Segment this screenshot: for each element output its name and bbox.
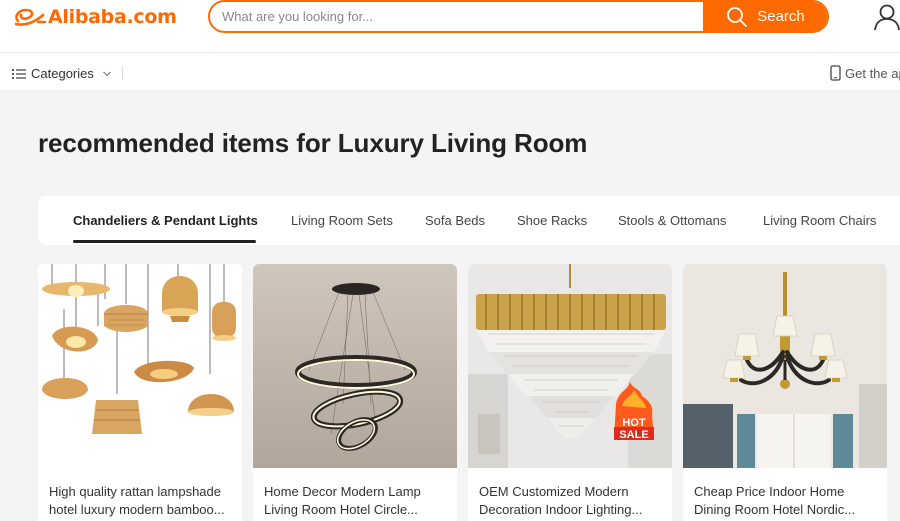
sub-navigation: Categories Get the ap [0, 52, 900, 91]
product-title[interactable]: Cheap Price Indoor Home Dining Room Hote… [694, 483, 879, 518]
categories-menu[interactable]: Categories [12, 66, 112, 81]
search-bar: Search [208, 0, 829, 33]
ring-chandelier-image [253, 264, 457, 468]
tab-living-room-chairs[interactable]: Living Room Chairs [763, 213, 876, 228]
product-title-line: Decoration Indoor Lighting... [479, 501, 643, 517]
logo-text: Alibaba.com [48, 6, 177, 28]
product-title-line: hotel luxury modern bamboo... [49, 501, 225, 517]
list-icon [12, 68, 26, 79]
product-title[interactable]: Home Decor Modern Lamp Living Room Hotel… [264, 483, 449, 518]
product-image[interactable] [38, 264, 242, 468]
product-title-line: Home Decor Modern Lamp [264, 484, 421, 499]
product-card[interactable]: Home Decor Modern Lamp Living Room Hotel… [253, 264, 457, 521]
mobile-phone-icon [830, 65, 841, 81]
page-title: recommended items for Luxury Living Room [38, 128, 588, 158]
top-header: Alibaba.com Search [0, 0, 900, 52]
active-tab-indicator [73, 240, 256, 243]
product-image[interactable] [253, 264, 457, 468]
product-title-line: High quality rattan lampshade [49, 484, 221, 499]
product-card[interactable]: HOT SALE OEM Customized Modern Decoratio… [468, 264, 672, 521]
search-input[interactable] [210, 2, 703, 31]
tab-living-room-sets[interactable]: Living Room Sets [291, 213, 393, 228]
product-title[interactable]: High quality rattan lampshade hotel luxu… [49, 483, 234, 518]
product-card[interactable]: High quality rattan lampshade hotel luxu… [38, 264, 242, 521]
get-app-label: Get the ap [845, 65, 900, 81]
product-title-line: Dining Room Hotel Nordic... [694, 501, 856, 517]
tab-stools-ottomans[interactable]: Stools & Ottomans [618, 213, 726, 228]
product-card[interactable]: Cheap Price Indoor Home Dining Room Hote… [683, 264, 887, 521]
tab-shoe-racks[interactable]: Shoe Racks [517, 213, 587, 228]
categories-label: Categories [31, 66, 94, 81]
product-image[interactable] [683, 264, 887, 468]
crystal-chandelier-image: HOT SALE [468, 264, 672, 468]
product-title-line: Cheap Price Indoor Home [694, 484, 845, 499]
get-app-link[interactable]: Get the ap [830, 65, 900, 81]
rattan-pendant-lamps-image [38, 264, 242, 468]
product-title-line: Living Room Hotel Circle... [264, 501, 418, 517]
search-icon [727, 6, 748, 27]
alibaba-logo-icon [14, 8, 46, 26]
user-account-icon[interactable] [872, 2, 900, 32]
search-button[interactable]: Search [703, 2, 827, 31]
product-image[interactable]: HOT SALE [468, 264, 672, 468]
nordic-chandelier-image [683, 264, 887, 468]
product-title[interactable]: OEM Customized Modern Decoration Indoor … [479, 483, 664, 518]
alibaba-logo[interactable]: Alibaba.com [12, 5, 177, 29]
tab-chandeliers-pendant-lights[interactable]: Chandeliers & Pendant Lights [73, 213, 258, 228]
category-tabs: Chandeliers & Pendant Lights Living Room… [38, 196, 900, 245]
divider [122, 66, 123, 80]
hot-sale-badge-line: SALE [619, 429, 648, 441]
chevron-down-icon [102, 71, 111, 76]
product-title-line: OEM Customized Modern [479, 484, 629, 499]
search-button-label: Search [757, 8, 805, 25]
tab-sofa-beds[interactable]: Sofa Beds [425, 213, 485, 228]
